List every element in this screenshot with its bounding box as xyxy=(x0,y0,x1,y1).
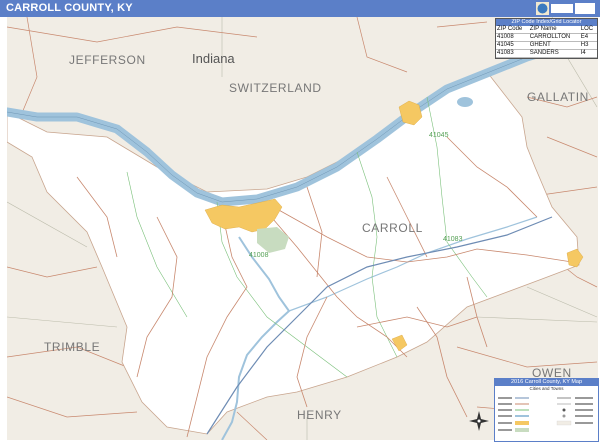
zip-loc-cell: I4 xyxy=(579,49,597,58)
table-row: 41008 CARROLLTON E4 xyxy=(496,33,597,42)
zip-label-41008: 41008 xyxy=(249,252,269,259)
state-label-indiana: Indiana xyxy=(192,51,235,66)
zip-name-cell: GHENT xyxy=(528,41,580,50)
legend-subheader: Cities and Towns xyxy=(529,386,564,391)
zip-index-table: ZIP Code ZIP Name LOC 41008 CARROLLTON E… xyxy=(496,26,597,58)
zip-code-index: ZIP Code Index/Grid Locator ZIP Code ZIP… xyxy=(495,18,598,59)
publisher-logo xyxy=(536,2,595,15)
county-label-trimble: TRIMBLE xyxy=(44,340,100,354)
zip-name-cell: CARROLLTON xyxy=(528,33,580,42)
zip-code-cell: 41008 xyxy=(496,33,529,42)
zip-loc-cell: E4 xyxy=(579,33,597,42)
zip-label-41045: 41045 xyxy=(429,132,449,139)
county-label-jefferson: JEFFERSON xyxy=(69,53,146,67)
zip-index-header: ZIP Code Index/Grid Locator xyxy=(496,19,597,26)
map-title: CARROLL COUNTY, KY xyxy=(6,2,133,14)
zip-code-cell: 41045 xyxy=(496,41,529,50)
column-header: ZIP Name xyxy=(528,26,580,34)
column-header: LOC xyxy=(579,26,597,34)
zip-loc-cell: H3 xyxy=(579,41,597,50)
title-bar: CARROLL COUNTY, KY xyxy=(0,0,600,17)
zip-label-41083: 41083 xyxy=(443,236,463,243)
county-label-switzerland: SWITZERLAND xyxy=(229,81,322,95)
table-row: 41083 SANDERS I4 xyxy=(496,49,597,58)
county-label-gallatin: GALLATIN xyxy=(527,90,589,104)
column-header: ZIP Code xyxy=(496,26,529,34)
county-map[interactable]: Indiana JEFFERSON SWITZERLAND GALLATIN T… xyxy=(7,17,598,440)
legend-symbols xyxy=(498,397,593,432)
county-label-henry: HENRY xyxy=(297,408,342,422)
map-legend: 2016 Carroll County, KY Map Cities and T… xyxy=(494,378,599,442)
zip-index-column-row: ZIP Code ZIP Name LOC xyxy=(496,26,597,34)
county-label-carroll: CARROLL xyxy=(362,221,423,235)
legend-header: 2016 Carroll County, KY Map xyxy=(495,379,598,386)
zip-code-cell: 41083 xyxy=(496,49,529,58)
zip-name-cell: SANDERS xyxy=(528,49,580,58)
lake xyxy=(457,97,473,107)
table-row: 41045 GHENT H3 xyxy=(496,41,597,50)
